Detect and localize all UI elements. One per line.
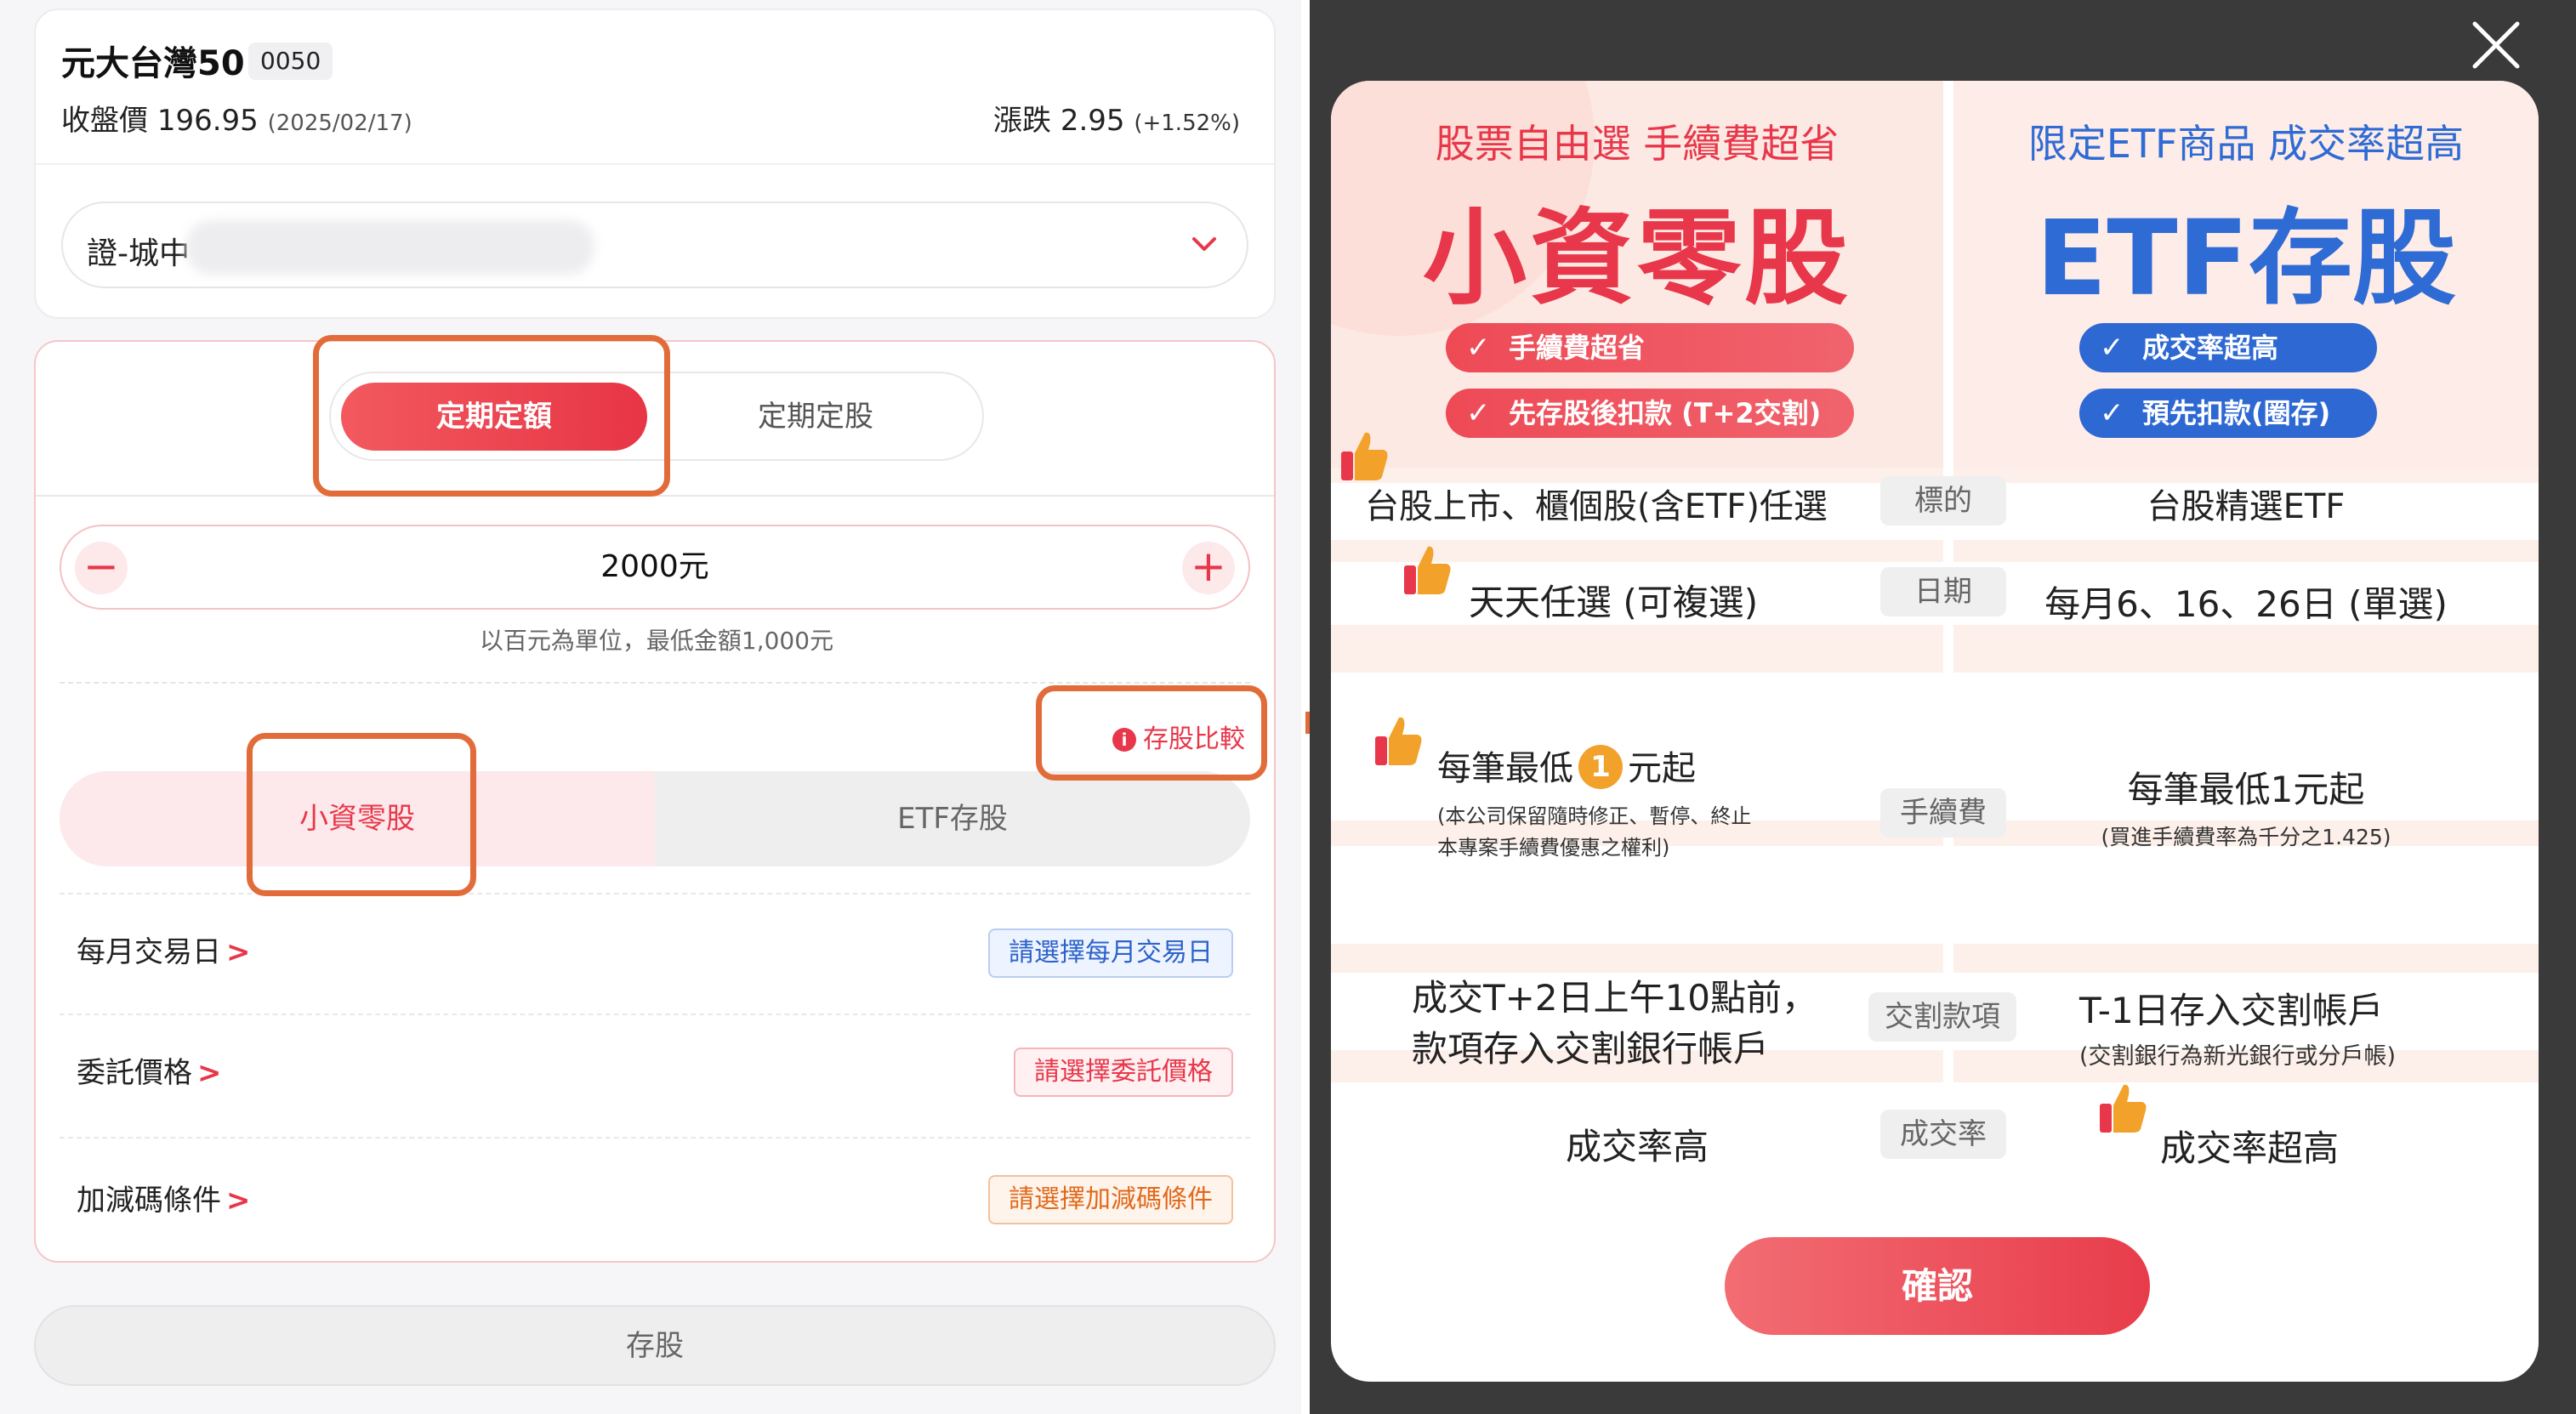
close-icon[interactable]	[2466, 15, 2526, 75]
confirm-button[interactable]: 確認	[1725, 1237, 2150, 1335]
check-icon: ✓	[1466, 331, 1491, 365]
stock-info-card: 元大台灣50 0050 收盤價 196.95 (2025/02/17) 漲跌 2…	[34, 9, 1276, 319]
select-trade-day-button[interactable]: 請選擇每月交易日	[988, 928, 1233, 978]
check-icon: ✓	[1466, 396, 1491, 430]
target-right: 台股精選ETF	[2147, 487, 2346, 526]
date-right: 每月6、16、26日 (單選)	[2044, 583, 2448, 625]
close-date: (2025/02/17)	[267, 111, 412, 136]
fee-left-note-1: (本公司保留隨時修正、暫停、終止	[1437, 804, 1752, 828]
left-panel: 元大台灣50 0050 收盤價 196.95 (2025/02/17) 漲跌 2…	[0, 0, 1301, 1414]
feature-pill-label: 成交率超高	[2142, 332, 2279, 364]
row-separator	[1331, 625, 2539, 673]
fill-rate-left: 成交率高	[1565, 1126, 1709, 1167]
select-order-price-button[interactable]: 請選擇委託價格	[1014, 1048, 1233, 1097]
amount-stepper[interactable]: 2000元 − +	[60, 525, 1250, 610]
dashed-divider	[60, 682, 1250, 684]
amount-value[interactable]: 2000元	[61, 526, 1248, 608]
change-value: 2.95	[1060, 104, 1125, 138]
feature-pill: ✓ 預先扣款(圈存)	[2079, 389, 2377, 438]
divider	[36, 163, 1274, 165]
thumbs-up-icon	[1404, 546, 1451, 594]
odd-lot-subtitle: 股票自由選 手續費超省	[1435, 121, 1840, 167]
amount-hint: 以百元為單位，最低金額1,000元	[479, 627, 834, 655]
change-percent: (+1.52%)	[1134, 111, 1240, 136]
fee-left: 每筆最低 1 元起	[1437, 741, 1696, 790]
feature-pill-label: 手續費超省	[1509, 332, 1646, 364]
thumbs-up-icon	[1341, 432, 1388, 480]
fee-left-note-2: 本專案手續費優惠之權利)	[1437, 836, 1670, 860]
branch-select[interactable]: 證-城中	[61, 202, 1248, 288]
feature-pill: ✓ 先存股後扣款 (T+2交割)	[1446, 389, 1854, 438]
redacted-branch-name	[186, 220, 594, 275]
chevron-right-icon: >	[197, 1056, 222, 1090]
column-gap	[1943, 1050, 1953, 1082]
monthly-trade-day-row[interactable]: 每月交易日 >	[77, 928, 251, 970]
odd-lot-title: 小資零股	[1423, 198, 1851, 319]
row-label: 加減碼條件	[77, 1184, 221, 1218]
dashed-divider	[60, 1137, 1250, 1139]
settlement-left-1: 成交T+2日上午10點前，	[1412, 977, 1818, 1019]
close-price-line: 收盤價 196.95 (2025/02/17)	[61, 97, 412, 139]
adjust-condition-row[interactable]: 加減碼條件 >	[77, 1177, 251, 1218]
check-icon: ✓	[2100, 331, 2124, 365]
etf-title: ETF存股	[2036, 198, 2456, 319]
fill-rate-right: 成交率超高	[2160, 1127, 2340, 1169]
feature-pill-label: 先存股後扣款 (T+2交割)	[1509, 397, 1822, 429]
highlight-box	[313, 335, 670, 497]
column-gap	[1943, 540, 1953, 562]
fee-right-note: (買進手續費率為千分之1.425)	[2101, 825, 2391, 849]
save-stock-button[interactable]: 存股	[34, 1305, 1276, 1386]
select-adjust-condition-button[interactable]: 請選擇加減碼條件	[988, 1175, 1233, 1224]
fee-left-suffix: 元起	[1628, 749, 1696, 788]
close-label: 收盤價	[61, 104, 148, 138]
close-price: 196.95	[156, 104, 259, 138]
chevron-down-icon[interactable]	[1187, 227, 1221, 261]
tab-fixed-shares[interactable]: 定期定股	[662, 383, 969, 451]
date-left: 天天任選 (可複選)	[1469, 582, 1759, 623]
row-label: 每月交易日	[77, 935, 221, 969]
fee-left-prefix: 每筆最低	[1437, 749, 1573, 788]
chevron-right-icon: >	[226, 935, 251, 969]
row-separator	[1331, 540, 2539, 562]
settlement-right-note: (交割銀行為新光銀行或分戶帳)	[2079, 1043, 2397, 1070]
settlement-left-2: 款項存入交割銀行帳戶	[1412, 1028, 1770, 1070]
feature-pill: ✓ 手續費超省	[1446, 323, 1854, 372]
feature-pill: ✓ 成交率超高	[2079, 323, 2377, 372]
highlight-box	[247, 733, 476, 896]
thumbs-up-icon	[1375, 717, 1422, 765]
fee-right: 每筆最低1元起	[2127, 769, 2365, 810]
increase-button[interactable]: +	[1182, 542, 1235, 594]
row-separator	[1331, 944, 2539, 973]
compare-modal-overlay: 股票自由選 手續費超省 小資零股 限定ETF商品 成交率超高 ETF存股 ✓ 手續…	[1310, 0, 2576, 1414]
column-gap	[1943, 625, 1953, 673]
change-line: 漲跌 2.95 (+1.52%)	[993, 97, 1240, 139]
highlight-box	[1036, 685, 1267, 781]
thumbs-up-icon	[2100, 1084, 2147, 1133]
order-price-row[interactable]: 委託價格 >	[77, 1049, 222, 1091]
target-left: 台股上市、櫃個股(含ETF)任選	[1365, 487, 1828, 526]
feature-pill-label: 預先扣款(圈存)	[2142, 397, 2331, 429]
branch-value: 證-城中	[87, 236, 190, 271]
dashed-divider	[60, 1014, 1250, 1015]
fee-number-badge: 1	[1578, 745, 1623, 789]
chevron-right-icon: >	[226, 1184, 251, 1218]
decrease-button[interactable]: −	[75, 542, 128, 594]
stock-code-badge: 0050	[248, 43, 333, 80]
category-settlement: 交割款項	[1868, 992, 2016, 1042]
stock-type-toggle: 小資零股 ETF存股	[60, 771, 1250, 866]
compare-modal: 股票自由選 手續費超省 小資零股 限定ETF商品 成交率超高 ETF存股 ✓ 手續…	[1331, 81, 2539, 1382]
column-gap	[1943, 944, 1953, 973]
etf-subtitle: 限定ETF商品 成交率超高	[2027, 121, 2465, 167]
settlement-right: T-1日存入交割帳戶	[2079, 990, 2384, 1031]
stock-name: 元大台灣50	[61, 44, 245, 83]
tab-etf-savings[interactable]: ETF存股	[655, 771, 1250, 866]
change-label: 漲跌	[993, 104, 1051, 138]
row-label: 委託價格	[77, 1056, 192, 1090]
dashed-divider	[60, 893, 1250, 894]
category-fill-rate: 成交率	[1880, 1110, 2006, 1159]
check-icon: ✓	[2100, 396, 2124, 430]
